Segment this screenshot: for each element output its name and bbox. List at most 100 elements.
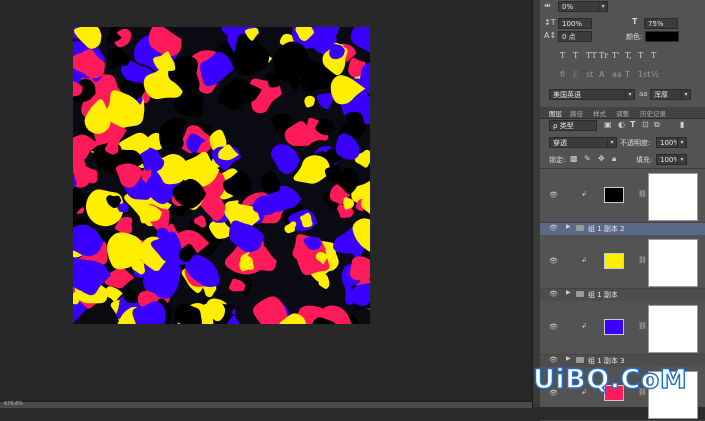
tracking-field[interactable]: 0%	[558, 1, 600, 12]
eye-icon[interactable]: 👁︎	[549, 224, 558, 232]
type-style-button[interactable]: Tr	[599, 51, 608, 60]
camo-blob	[104, 266, 135, 289]
eye-icon[interactable]: 👁︎	[549, 191, 558, 199]
eye-icon[interactable]: 👁︎	[549, 323, 558, 331]
panel-tabs: 图层 路径 样式 调整 历史记录	[540, 107, 705, 119]
opentype-button[interactable]: ℰ	[573, 70, 578, 79]
color-label: 颜色:	[626, 33, 643, 41]
layer-row[interactable]: 👁︎ ↲ ⛓︎	[540, 302, 705, 355]
lock-transparent-icon[interactable]: ▩	[570, 154, 578, 164]
text-color-swatch[interactable]	[645, 31, 679, 42]
mask-thumbnail[interactable]	[648, 305, 698, 353]
eye-icon[interactable]: 👁︎	[549, 257, 558, 265]
expand-triangle-icon[interactable]: ▶	[566, 355, 571, 362]
layer-group-name[interactable]: 组 1 副本 2	[588, 224, 625, 234]
horizontal-scale-field[interactable]: 75%	[644, 18, 678, 29]
opacity-field[interactable]: 100%	[656, 137, 680, 148]
antialias-dropdown[interactable]: ▾	[681, 89, 691, 100]
fill-thumbnail[interactable]	[604, 187, 624, 203]
lock-position-icon[interactable]: ✥	[598, 154, 605, 164]
vertical-scale-icon: ↕T	[544, 18, 556, 27]
clip-arrow-icon: ↲	[581, 322, 587, 330]
type-style-button[interactable]: T	[560, 51, 565, 60]
layer-row[interactable]: 👁︎ ↲ ⛓︎	[540, 236, 705, 289]
filter-shape-icon[interactable]: ⊡	[642, 120, 649, 130]
filter-adjustment-icon[interactable]: ◐	[618, 120, 625, 130]
camo-blob	[123, 287, 139, 304]
folder-icon	[576, 357, 584, 363]
camo-pattern-image	[73, 27, 370, 324]
link-icon[interactable]: ⛓︎	[638, 256, 647, 264]
type-style-button[interactable]: T'	[612, 51, 620, 60]
fill-thumbnail[interactable]	[604, 319, 624, 335]
opentype-button[interactable]: st	[586, 70, 593, 79]
fill-field[interactable]: 100%	[656, 154, 680, 165]
clip-arrow-icon: ↲	[581, 256, 587, 264]
tab-layers[interactable]: 图层	[549, 108, 562, 118]
filter-pixel-icon[interactable]: ▣	[604, 120, 612, 130]
eye-icon[interactable]: 👁︎	[549, 356, 558, 364]
layer-filter-label: 类型	[559, 122, 574, 130]
type-style-button[interactable]: TT	[586, 51, 597, 60]
opentype-button[interactable]: A	[599, 70, 604, 79]
watermark-logo: UiBQ.CoM	[532, 363, 688, 395]
clip-arrow-icon: ↲	[581, 190, 587, 198]
type-style-button[interactable]: T	[651, 51, 656, 60]
tab-styles[interactable]: 样式	[593, 108, 606, 118]
link-icon[interactable]: ⛓︎	[638, 322, 647, 330]
document-canvas[interactable]	[73, 27, 370, 324]
mask-thumbnail[interactable]	[648, 173, 698, 221]
expand-triangle-icon[interactable]: ▶	[566, 223, 571, 230]
layer-group-row[interactable]: 👁︎ ▶ 组 1 副本	[540, 289, 705, 301]
layer-filter-select[interactable]: ρ 类型	[549, 120, 597, 131]
camo-blob	[159, 117, 186, 151]
right-panel: ⇹ 0% ▾ ↕T 100% T 75% A↕ 0 点 颜色: T T TT Tr T'…	[540, 0, 705, 421]
layer-group-row[interactable]: 👁︎ ▶ 组 1 副本 2	[540, 223, 705, 235]
language-dropdown[interactable]: ▾	[625, 89, 635, 100]
type-style-button[interactable]: T	[638, 51, 643, 60]
fill-dropdown[interactable]: ▾	[677, 154, 687, 165]
opacity-dropdown[interactable]: ▾	[677, 137, 687, 148]
type-style-button[interactable]: T,	[625, 51, 632, 60]
layer-row[interactable]: 👁︎ ↲ ⛓︎	[540, 170, 705, 223]
antialias-icon: aa	[639, 90, 648, 98]
lock-image-icon[interactable]: ✎	[584, 154, 591, 164]
baseline-shift-field[interactable]: 0 点	[558, 31, 592, 42]
blend-mode-dropdown[interactable]: ▾	[607, 137, 617, 148]
lock-all-icon[interactable]: 🔒︎	[612, 154, 616, 164]
vertical-scrollbar[interactable]	[532, 0, 540, 407]
folder-icon	[576, 225, 584, 231]
mask-thumbnail[interactable]	[648, 239, 698, 287]
tracking-dropdown[interactable]: ▾	[598, 1, 608, 12]
filter-toggle-icon[interactable]: ▮	[680, 120, 684, 130]
eye-icon[interactable]: 👁︎	[549, 290, 558, 298]
blend-mode-select[interactable]: 穿透	[549, 137, 611, 148]
baseline-shift-icon: A↕	[544, 31, 557, 40]
filter-smart-object-icon[interactable]: ⧉	[654, 120, 660, 130]
opentype-button[interactable]: T	[625, 70, 630, 79]
opentype-button[interactable]: aa	[612, 70, 622, 79]
antialias-select[interactable]: 浑厚	[650, 89, 685, 100]
opentype-button[interactable]: ½	[651, 70, 659, 79]
opentype-button[interactable]: fi	[560, 70, 565, 79]
type-style-button[interactable]: T	[573, 51, 578, 60]
camo-blob	[174, 93, 204, 118]
tab-paths[interactable]: 路径	[570, 108, 583, 118]
zoom-level: 676.8%	[4, 401, 24, 407]
fill-thumbnail[interactable]	[604, 253, 624, 269]
tab-adjustments[interactable]: 调整	[616, 108, 629, 118]
layer-group-name[interactable]: 组 1 副本	[588, 290, 618, 300]
search-icon: ρ	[553, 122, 558, 130]
tracking-icon: ⇹	[544, 1, 551, 10]
tab-history[interactable]: 历史记录	[640, 108, 666, 118]
vertical-scale-field[interactable]: 100%	[558, 18, 592, 29]
fill-label: 填充:	[636, 156, 653, 164]
opentype-button[interactable]: 1st	[638, 70, 650, 79]
filter-type-icon[interactable]: T	[630, 120, 635, 130]
camo-blob	[228, 220, 265, 253]
expand-triangle-icon[interactable]: ▶	[566, 289, 571, 296]
language-select[interactable]: 美国英语	[549, 89, 629, 100]
canvas-area[interactable]	[0, 0, 532, 407]
opacity-label: 不透明度:	[620, 139, 651, 147]
link-icon[interactable]: ⛓︎	[638, 190, 647, 198]
